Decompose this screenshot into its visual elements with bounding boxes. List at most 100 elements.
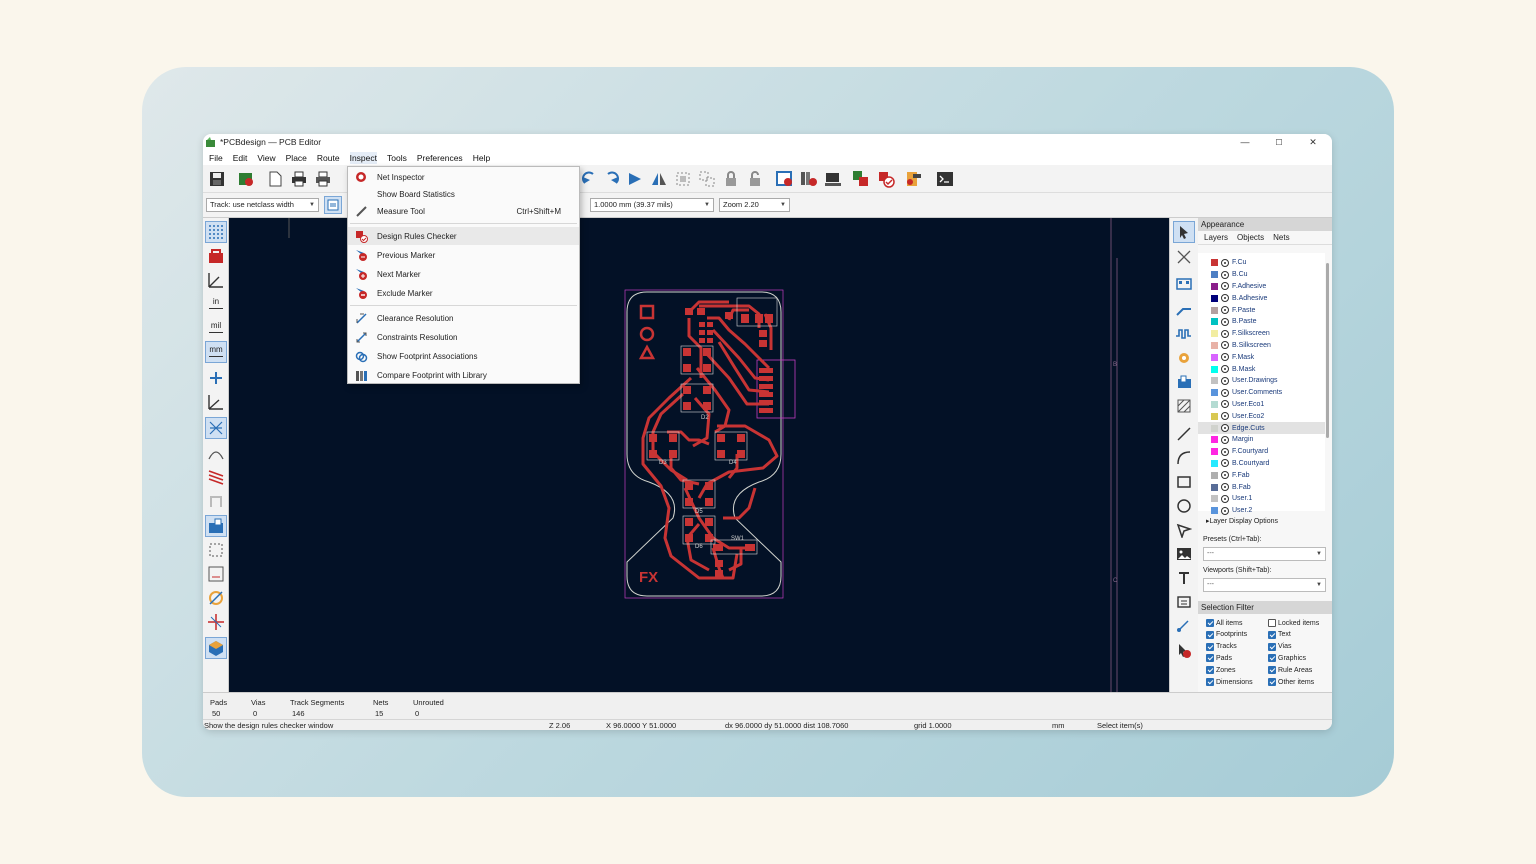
plot-icon[interactable]	[313, 169, 333, 189]
layer-color-swatch[interactable]	[1211, 318, 1218, 326]
menu-show-board-statistics[interactable]: Show Board Statistics	[348, 185, 579, 203]
layer-row[interactable]: User.Eco2	[1198, 410, 1325, 422]
layer-row[interactable]: F.Adhesive	[1198, 281, 1325, 293]
filter-checkbox[interactable]: Pads	[1206, 654, 1232, 663]
filter-checkbox[interactable]: Tracks	[1206, 642, 1237, 651]
rotate-cw-icon[interactable]	[602, 169, 622, 189]
menu-file[interactable]: File	[209, 152, 223, 164]
tab-layers[interactable]: Layers	[1204, 233, 1228, 242]
layer-color-swatch[interactable]	[1211, 365, 1218, 373]
menu-help[interactable]: Help	[473, 152, 490, 164]
tab-nets[interactable]: Nets	[1273, 233, 1289, 242]
layer-color-swatch[interactable]	[1211, 259, 1218, 267]
layer-color-swatch[interactable]	[1211, 306, 1218, 314]
menu-route[interactable]: Route	[317, 152, 340, 164]
menu-next-marker[interactable]: Next Marker	[348, 265, 579, 283]
update-pcb-icon[interactable]	[775, 169, 795, 189]
visibility-eye-icon[interactable]	[1221, 270, 1229, 279]
checkbox-checked-icon[interactable]	[1268, 630, 1276, 639]
checkbox-checked-icon[interactable]	[1206, 654, 1214, 663]
layer-row[interactable]: B.Fab	[1198, 481, 1325, 493]
page-settings-icon[interactable]	[265, 169, 285, 189]
footprint-library-icon[interactable]	[799, 169, 819, 189]
zone-display-icon[interactable]	[205, 515, 227, 537]
auto-track-width-button[interactable]	[324, 196, 342, 214]
menu-tools[interactable]: Tools	[387, 152, 407, 164]
menu-preferences[interactable]: Preferences	[417, 152, 463, 164]
visibility-eye-icon[interactable]	[1221, 494, 1229, 503]
ungroup-icon[interactable]	[697, 169, 717, 189]
menu-design-rules-checker[interactable]: Design Rules Checker	[348, 227, 579, 245]
flip-icon[interactable]	[625, 169, 645, 189]
grid-select[interactable]: 1.0000 mm (39.37 mils) ▼	[590, 198, 714, 212]
filter-checkbox[interactable]: Rule Areas	[1268, 666, 1312, 675]
via-display-icon[interactable]	[205, 611, 227, 633]
board-setup-icon[interactable]	[236, 169, 256, 189]
visibility-eye-icon[interactable]	[1221, 258, 1229, 267]
layer-row[interactable]: User.Drawings	[1198, 375, 1325, 387]
layer-row[interactable]: User.Comments	[1198, 387, 1325, 399]
layer-color-swatch[interactable]	[1211, 448, 1218, 456]
visibility-eye-icon[interactable]	[1221, 412, 1229, 421]
presets-select[interactable]: --- ▼	[1203, 547, 1326, 561]
layer-row[interactable]: B.Paste	[1198, 316, 1325, 328]
drc-toolbar-icon[interactable]	[876, 169, 896, 189]
layer-row[interactable]: B.Mask	[1198, 363, 1325, 375]
layer-row[interactable]: B.Silkscreen	[1198, 340, 1325, 352]
filter-checkbox[interactable]: Other items	[1268, 678, 1314, 686]
draw-arc-icon[interactable]	[1173, 447, 1195, 469]
layer-color-swatch[interactable]	[1211, 424, 1218, 432]
delete-tool-icon[interactable]	[1173, 640, 1195, 662]
ratsnest-icon[interactable]	[205, 245, 227, 267]
units-mm-icon[interactable]: mm	[205, 341, 227, 363]
visibility-eye-icon[interactable]	[1221, 400, 1229, 409]
visibility-eye-icon[interactable]	[1221, 317, 1229, 326]
visibility-eye-icon[interactable]	[1221, 306, 1229, 315]
rotate-ccw-icon[interactable]	[579, 169, 599, 189]
layer-color-swatch[interactable]	[1211, 471, 1218, 479]
track-display-icon[interactable]	[205, 465, 227, 487]
layer-color-swatch[interactable]	[1211, 400, 1218, 408]
visibility-eye-icon[interactable]	[1221, 353, 1229, 362]
layer-color-swatch[interactable]	[1211, 436, 1218, 444]
layer-row[interactable]: F.Paste	[1198, 304, 1325, 316]
filter-checkbox[interactable]: Locked items	[1268, 619, 1319, 627]
checkbox-checked-icon[interactable]	[1206, 666, 1214, 675]
layer-color-swatch[interactable]	[1211, 341, 1218, 349]
checkbox-checked-icon[interactable]	[1206, 642, 1214, 651]
filter-checkbox[interactable]: Vias	[1268, 642, 1292, 651]
add-zone-icon[interactable]	[1173, 371, 1195, 393]
print-icon[interactable]	[289, 169, 309, 189]
visibility-eye-icon[interactable]	[1221, 447, 1229, 456]
local-ratsnest-icon[interactable]	[1173, 246, 1195, 268]
menu-show-footprint-associations[interactable]: Show Footprint Associations	[348, 347, 579, 365]
checkbox-checked-icon[interactable]	[1268, 654, 1276, 663]
checkbox-checked-icon[interactable]	[1268, 678, 1276, 686]
viewports-select[interactable]: --- ▼	[1203, 578, 1326, 592]
menu-clearance-resolution[interactable]: Clearance Resolution	[348, 309, 579, 327]
add-footprint-icon[interactable]	[1173, 273, 1195, 295]
polar-coords-icon[interactable]	[205, 269, 227, 291]
add-text-icon[interactable]	[1173, 567, 1195, 589]
select-arrow-icon[interactable]	[1173, 221, 1195, 243]
close-button[interactable]: ✕	[1296, 134, 1330, 150]
layer-color-swatch[interactable]	[1211, 507, 1218, 515]
layer-row[interactable]: B.Cu	[1198, 269, 1325, 281]
units-inch-icon[interactable]: in	[205, 293, 227, 315]
cursor-shape-icon[interactable]	[205, 367, 227, 389]
filter-checkbox[interactable]: All items	[1206, 619, 1242, 627]
menu-inspect[interactable]: Inspect	[349, 151, 377, 164]
visibility-eye-icon[interactable]	[1221, 424, 1229, 433]
checkbox-checked-icon[interactable]	[1206, 678, 1214, 686]
menu-compare-footprint[interactable]: Compare Footprint with Library	[348, 366, 579, 384]
layer-row[interactable]: B.Courtyard	[1198, 458, 1325, 470]
visibility-eye-icon[interactable]	[1221, 282, 1229, 291]
layer-color-swatch[interactable]	[1211, 389, 1218, 397]
layer-color-swatch[interactable]	[1211, 294, 1218, 302]
layer-row[interactable]: F.Cu	[1198, 257, 1325, 269]
layer-row[interactable]: User.1	[1198, 493, 1325, 505]
visibility-eye-icon[interactable]	[1221, 294, 1229, 303]
rule-area-icon[interactable]	[1173, 395, 1195, 417]
add-dimension-icon[interactable]	[1173, 616, 1195, 638]
footprint-editor-icon[interactable]	[823, 169, 843, 189]
